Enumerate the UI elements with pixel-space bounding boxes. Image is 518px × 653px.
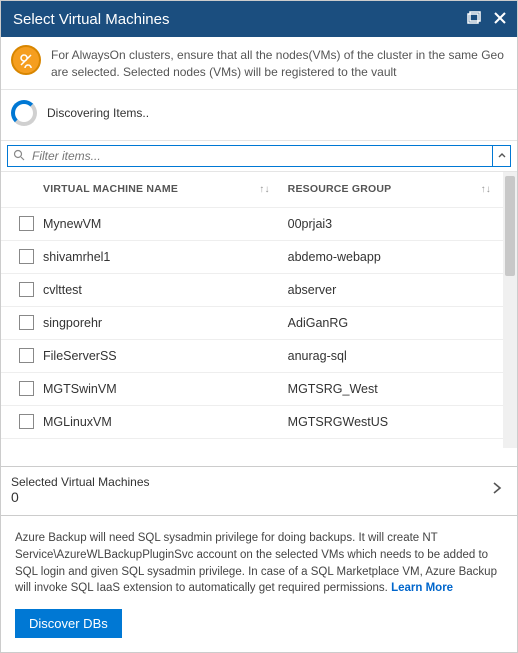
vm-table: VIRTUAL MACHINE NAME ↑↓ RESOURCE GROUP ↑…: [1, 172, 517, 448]
chevron-right-icon[interactable]: [491, 481, 507, 498]
footer-text: Azure Backup will need SQL sysadmin priv…: [15, 530, 503, 597]
header-actions: [467, 11, 507, 28]
cell-vm: FileServerSS: [43, 349, 288, 363]
footer: Azure Backup will need SQL sysadmin priv…: [1, 515, 517, 652]
cell-rg: anurag-sql: [288, 349, 509, 363]
filter-row: [1, 141, 517, 172]
search-icon: [13, 149, 25, 164]
table-row[interactable]: singporehr AdiGanRG: [1, 307, 517, 340]
row-checkbox[interactable]: [19, 414, 34, 429]
table-row[interactable]: shivamrhel1 abdemo-webapp: [1, 241, 517, 274]
column-header-rg-label: RESOURCE GROUP: [288, 183, 392, 195]
selection-summary[interactable]: Selected Virtual Machines 0: [1, 466, 517, 516]
cell-rg: MGTSRG_West: [288, 382, 509, 396]
table-row[interactable]: MynewVM 00prjai3: [1, 208, 517, 241]
row-checkbox[interactable]: [19, 282, 34, 297]
row-checkbox[interactable]: [19, 348, 34, 363]
discovering-text: Discovering Items..: [47, 106, 149, 120]
cell-vm: MGLinuxVM: [43, 415, 288, 429]
row-checkbox[interactable]: [19, 216, 34, 231]
summary-block: Selected Virtual Machines 0: [11, 475, 491, 505]
column-header-vm[interactable]: VIRTUAL MACHINE NAME ↑↓: [43, 183, 288, 195]
table-row[interactable]: MGLinuxVM MGTSRGWestUS: [1, 406, 517, 439]
cell-rg: abserver: [288, 283, 509, 297]
tools-icon: [11, 45, 41, 75]
discovering-row: Discovering Items..: [1, 90, 517, 141]
cell-rg: AdiGanRG: [288, 316, 509, 330]
summary-label: Selected Virtual Machines: [11, 475, 491, 489]
expand-columns-button[interactable]: [493, 145, 511, 167]
dialog-header: Select Virtual Machines: [1, 1, 517, 37]
table-row[interactable]: MGTSwinVM MGTSRG_West: [1, 373, 517, 406]
dialog-title: Select Virtual Machines: [13, 11, 467, 28]
spinner-icon: [11, 100, 37, 126]
learn-more-link[interactable]: Learn More: [391, 582, 453, 594]
info-banner: For AlwaysOn clusters, ensure that all t…: [1, 37, 517, 90]
column-header-rg[interactable]: RESOURCE GROUP ↑↓: [288, 183, 509, 195]
column-header-vm-label: VIRTUAL MACHINE NAME: [43, 183, 178, 195]
cell-rg: 00prjai3: [288, 217, 509, 231]
discover-dbs-button[interactable]: Discover DBs: [15, 609, 122, 638]
row-checkbox[interactable]: [19, 249, 34, 264]
cell-vm: cvlttest: [43, 283, 288, 297]
vertical-scrollbar[interactable]: [503, 172, 517, 448]
cell-rg: MGTSRGWestUS: [288, 415, 509, 429]
summary-count: 0: [11, 489, 491, 505]
close-icon[interactable]: [493, 11, 507, 28]
table-header: VIRTUAL MACHINE NAME ↑↓ RESOURCE GROUP ↑…: [1, 172, 517, 208]
info-banner-text: For AlwaysOn clusters, ensure that all t…: [51, 45, 507, 81]
table-row[interactable]: FileServerSS anurag-sql: [1, 340, 517, 373]
filter-input[interactable]: [7, 145, 493, 167]
row-checkbox[interactable]: [19, 381, 34, 396]
sort-indicator-icon: ↑↓: [259, 184, 269, 195]
row-checkbox[interactable]: [19, 315, 34, 330]
cell-vm: MGTSwinVM: [43, 382, 288, 396]
cell-vm: shivamrhel1: [43, 250, 288, 264]
scrollbar-thumb[interactable]: [505, 176, 515, 276]
cell-rg: abdemo-webapp: [288, 250, 509, 264]
cell-vm: MynewVM: [43, 217, 288, 231]
table-row[interactable]: cvlttest abserver: [1, 274, 517, 307]
sort-indicator-icon: ↑↓: [481, 184, 491, 195]
restore-icon[interactable]: [467, 11, 481, 28]
cell-vm: singporehr: [43, 316, 288, 330]
